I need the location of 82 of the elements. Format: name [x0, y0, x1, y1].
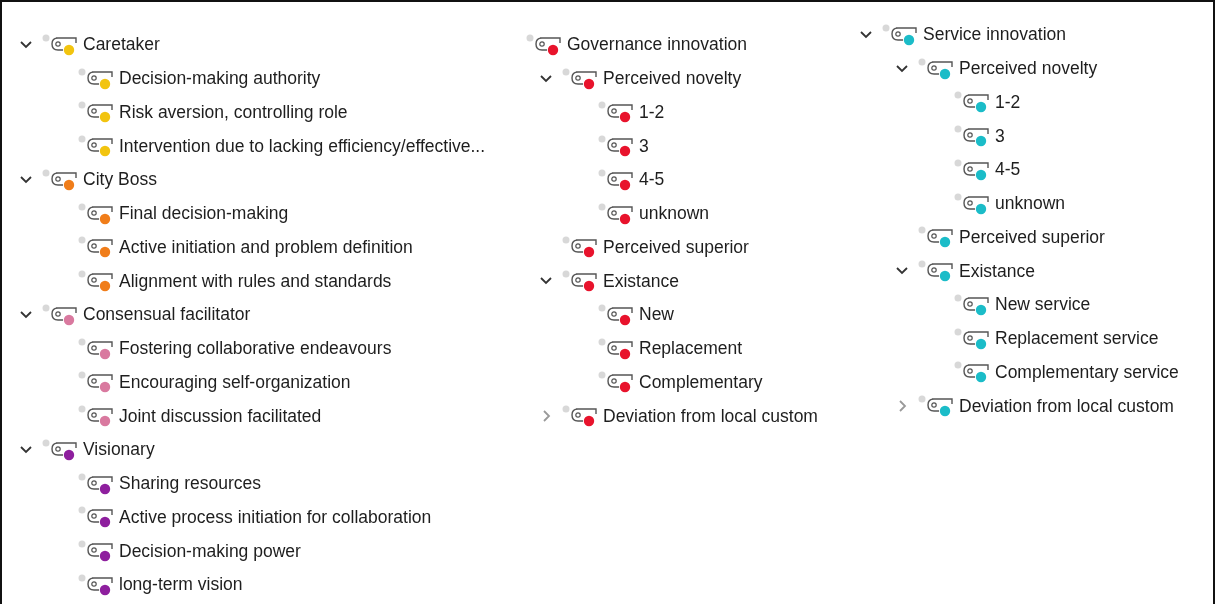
tag-icon — [562, 236, 599, 259]
node-label[interactable]: Active process initiation for collaboration — [119, 506, 432, 528]
tag-icon — [526, 33, 563, 56]
node-label[interactable]: Joint discussion facilitated — [119, 405, 322, 427]
tag-icon — [42, 303, 79, 326]
tag-icon — [954, 91, 991, 114]
node-label[interactable]: 4-5 — [639, 169, 665, 191]
tag-icon — [78, 371, 115, 394]
node-label[interactable]: Encouraging self-organization — [119, 371, 351, 393]
node-label[interactable]: Governance innovation — [567, 34, 747, 56]
tag-icon — [954, 192, 991, 215]
node-label[interactable]: 3 — [995, 125, 1005, 147]
node-label[interactable]: 3 — [639, 135, 649, 157]
node-label[interactable]: Fostering collaborative endeavours — [119, 338, 392, 360]
node-label[interactable]: 4-5 — [995, 159, 1021, 181]
tag-icon — [918, 57, 955, 80]
node-label[interactable]: Final decision-making — [119, 203, 289, 225]
node-label[interactable]: New — [639, 304, 674, 326]
node-label[interactable]: unknown — [639, 203, 710, 225]
tag-icon — [42, 33, 79, 56]
tag-icon — [954, 327, 991, 350]
tag-icon — [562, 405, 599, 428]
tag-icon — [78, 236, 115, 259]
node-label[interactable]: Complementary — [639, 371, 763, 393]
node-label[interactable]: Caretaker — [83, 34, 160, 56]
node-label[interactable]: Visionary — [83, 439, 155, 461]
node-label[interactable]: Deviation from local custom — [603, 405, 818, 427]
tag-icon — [918, 395, 955, 418]
node-label[interactable]: 1-2 — [995, 91, 1021, 113]
tag-icon — [954, 125, 991, 148]
tag-icon — [78, 472, 115, 495]
node-label[interactable]: City Boss — [83, 169, 157, 191]
tag-icon — [78, 405, 115, 428]
tag-icon — [598, 303, 635, 326]
tag-icon — [598, 202, 635, 225]
node-label[interactable]: Service innovation — [923, 24, 1066, 46]
node-label[interactable]: Perceived novelty — [959, 58, 1098, 80]
tag-icon — [918, 260, 955, 283]
tag-icon — [882, 23, 919, 46]
tag-icon — [78, 202, 115, 225]
node-label[interactable]: long-term vision — [119, 574, 243, 596]
tag-icon — [562, 270, 599, 293]
node-label[interactable]: Complementary service — [995, 361, 1179, 383]
node-label[interactable]: Perceived superior — [959, 226, 1105, 248]
node-label[interactable]: Active initiation and problem definition — [119, 236, 413, 258]
node-label[interactable]: unknown — [995, 193, 1066, 215]
node-label[interactable]: Decision-making authority — [119, 68, 321, 90]
node-label[interactable]: Existance — [959, 260, 1035, 282]
tag-icon — [918, 226, 955, 249]
tag-icon — [598, 135, 635, 158]
tag-icon — [598, 371, 635, 394]
node-label[interactable]: 1-2 — [639, 101, 665, 123]
tag-icon — [78, 135, 115, 158]
tag-icon — [42, 168, 79, 191]
tag-icon — [42, 438, 79, 461]
tag-icon — [954, 293, 991, 316]
node-label[interactable]: Perceived superior — [603, 236, 749, 258]
tag-icon — [78, 506, 115, 529]
tag-icon — [598, 168, 635, 191]
node-label[interactable]: Alignment with rules and standards — [119, 270, 392, 292]
tag-icon — [954, 361, 991, 384]
node-label[interactable]: Deviation from local custom — [959, 395, 1174, 417]
tag-icon — [78, 573, 115, 596]
node-label[interactable]: Existance — [603, 270, 679, 292]
node-label[interactable]: New service — [995, 294, 1091, 316]
node-label[interactable]: Intervention due to lacking efficiency/effective... — [119, 135, 486, 157]
tag-icon — [562, 67, 599, 90]
node-label[interactable]: Sharing resources — [119, 473, 262, 495]
node-label[interactable]: Decision-making power — [119, 540, 301, 562]
tag-icon — [78, 337, 115, 360]
tag-icon — [954, 158, 991, 181]
node-label[interactable]: Perceived novelty — [603, 68, 742, 90]
tag-icon — [78, 270, 115, 293]
node-label[interactable]: Replacement — [639, 338, 743, 360]
tag-icon — [78, 67, 115, 90]
node-label[interactable]: Replacement service — [995, 328, 1159, 350]
node-label[interactable]: Risk aversion, controlling role — [119, 101, 348, 123]
tag-icon — [78, 540, 115, 563]
node-label[interactable]: Consensual facilitator — [83, 304, 251, 326]
tag-icon — [78, 101, 115, 124]
tag-icon — [598, 337, 635, 360]
tag-icon — [598, 101, 635, 124]
